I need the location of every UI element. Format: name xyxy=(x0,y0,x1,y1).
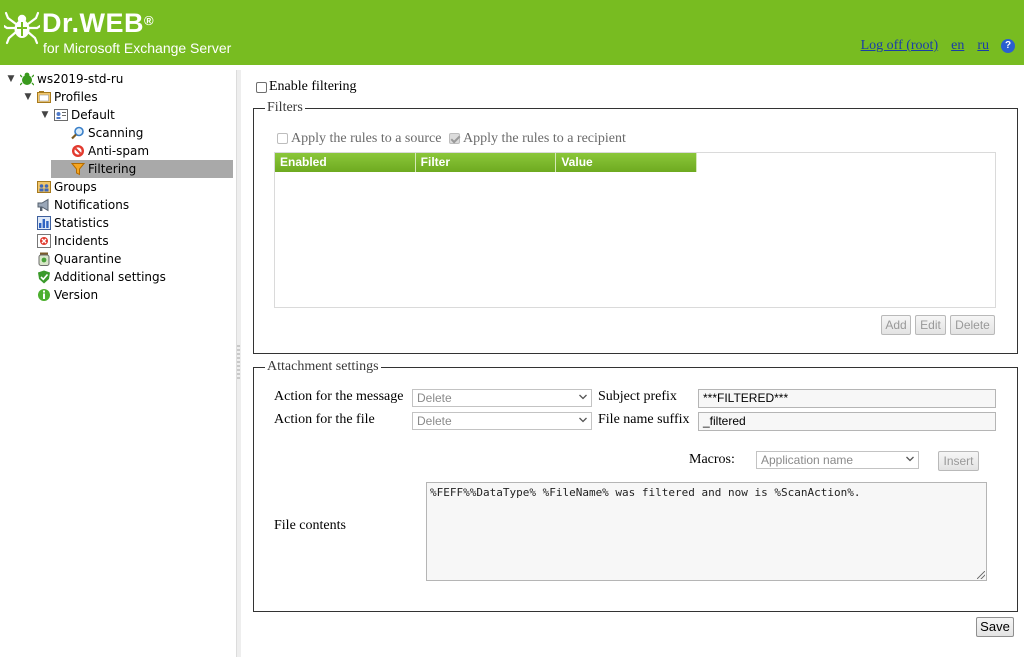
apply-recipient-label: Apply the rules to a recipient xyxy=(463,131,626,146)
statistics-icon xyxy=(37,216,51,230)
logoff-link[interactable]: Log off (root) xyxy=(861,38,939,54)
filters-table: Enabled Filter Value xyxy=(274,152,996,308)
tree-label: Scanning xyxy=(88,126,144,140)
file-contents-textarea[interactable]: %FEFF%%DataType% %FileName% was filtered… xyxy=(426,482,987,581)
file-suffix-label: File name suffix xyxy=(598,412,690,427)
tree-item-incidents[interactable]: Incidents xyxy=(37,232,109,250)
add-filter-button[interactable]: Add xyxy=(881,315,911,335)
expand-arrow-icon[interactable]: ▼ xyxy=(40,110,50,120)
resize-handle-icon[interactable] xyxy=(977,571,985,579)
action-message-select[interactable]: Delete xyxy=(412,389,592,407)
tree-item-profiles[interactable]: ▼ Profiles xyxy=(23,88,98,106)
help-icon[interactable]: ? xyxy=(1001,39,1015,53)
filters-table-header: Enabled Filter Value xyxy=(275,153,698,172)
select-value: Delete xyxy=(417,414,452,428)
apply-recipient-checkbox[interactable] xyxy=(449,133,460,144)
drweb-spider-logo-icon xyxy=(4,11,40,45)
enable-filtering-label[interactable]: Enable filtering xyxy=(269,79,356,95)
save-button[interactable]: Save xyxy=(976,617,1014,637)
action-file-label: Action for the file xyxy=(274,412,375,427)
tree-item-statistics[interactable]: Statistics xyxy=(37,214,109,232)
tree-item-quarantine[interactable]: Quarantine xyxy=(37,250,121,268)
folder-icon xyxy=(37,91,51,103)
tree-label: Notifications xyxy=(54,198,130,212)
tree-label: Version xyxy=(54,288,99,302)
tree-label: Incidents xyxy=(54,234,109,248)
lang-ru-link[interactable]: ru xyxy=(977,38,989,54)
splitter-grip-icon[interactable] xyxy=(237,345,240,381)
attachment-settings-legend: Attachment settings xyxy=(265,359,381,375)
header-links: Log off (root) en ru ? xyxy=(845,38,1015,54)
product-name: for Microsoft Exchange Server xyxy=(43,40,232,56)
chevron-down-icon xyxy=(579,417,587,423)
tree-label: ws2019-std-ru xyxy=(37,72,124,86)
column-header-value[interactable]: Value xyxy=(556,153,698,172)
shield-icon xyxy=(38,270,50,284)
navigation-tree: ▼ ws2019-std-ru ▼ Profiles ▼ Default Sca… xyxy=(0,70,236,657)
delete-filter-button[interactable]: Delete xyxy=(950,315,995,335)
profile-icon xyxy=(54,109,68,121)
tree-item-additional-settings[interactable]: Additional settings xyxy=(37,268,166,286)
macros-label: Macros: xyxy=(689,452,735,467)
action-file-select[interactable]: Delete xyxy=(412,412,592,430)
lang-en-link[interactable]: en xyxy=(951,38,964,54)
tree-label: Additional settings xyxy=(54,270,166,284)
file-contents-label: File contents xyxy=(274,518,346,533)
funnel-icon xyxy=(71,163,85,176)
action-message-label: Action for the message xyxy=(274,389,404,404)
quarantine-jar-icon xyxy=(38,252,50,266)
tree-label: Groups xyxy=(54,180,97,194)
enable-filtering-checkbox[interactable] xyxy=(256,82,267,93)
chevron-down-icon xyxy=(579,394,587,400)
tree-item-antispam[interactable]: Anti-spam xyxy=(71,142,149,160)
chevron-down-icon xyxy=(906,456,914,462)
edit-filter-button[interactable]: Edit xyxy=(915,315,946,335)
tree-label: Profiles xyxy=(54,90,98,104)
apply-source-checkbox[interactable] xyxy=(277,133,288,144)
macros-select[interactable]: Application name xyxy=(756,451,919,469)
subject-prefix-input[interactable]: ***FILTERED*** xyxy=(698,389,996,408)
tree-item-filtering[interactable]: Filtering xyxy=(51,160,233,178)
subject-prefix-label: Subject prefix xyxy=(598,389,677,404)
file-suffix-input[interactable]: _filtered xyxy=(698,412,996,431)
select-value: Delete xyxy=(417,391,452,405)
magnifier-icon xyxy=(71,126,84,140)
groups-icon xyxy=(37,181,51,193)
column-header-enabled[interactable]: Enabled xyxy=(275,153,416,172)
brand-name: Dr.WEB® xyxy=(42,8,155,38)
no-entry-icon xyxy=(72,145,84,157)
filters-legend: Filters xyxy=(265,100,305,116)
tree-item-groups[interactable]: Groups xyxy=(37,178,97,196)
insert-macro-button[interactable]: Insert xyxy=(938,451,979,471)
tree-label: Anti-spam xyxy=(88,144,150,158)
select-value: Application name xyxy=(761,453,854,467)
tree-item-default[interactable]: ▼ Default xyxy=(40,106,115,124)
tree-item-version[interactable]: Version xyxy=(37,286,98,304)
column-header-filter[interactable]: Filter xyxy=(416,153,557,172)
server-icon xyxy=(20,72,34,86)
app-header: Dr.WEB® for Microsoft Exchange Server Lo… xyxy=(0,0,1024,65)
tree-item-server[interactable]: ▼ ws2019-std-ru xyxy=(6,70,124,88)
tree-item-notifications[interactable]: Notifications xyxy=(37,196,129,214)
file-contents-text: %FEFF%%DataType% %FileName% was filtered… xyxy=(430,486,861,499)
tree-label: Statistics xyxy=(54,216,109,230)
megaphone-icon xyxy=(37,198,49,212)
expand-arrow-icon[interactable]: ▼ xyxy=(6,74,16,84)
apply-source-label: Apply the rules to a source xyxy=(291,131,442,146)
incidents-icon xyxy=(37,234,51,248)
tree-item-scanning[interactable]: Scanning xyxy=(71,124,143,142)
info-icon xyxy=(38,289,50,301)
expand-arrow-icon[interactable]: ▼ xyxy=(23,92,33,102)
tree-label: Default xyxy=(71,108,115,122)
tree-label: Filtering xyxy=(88,162,137,176)
tree-label: Quarantine xyxy=(54,252,122,266)
